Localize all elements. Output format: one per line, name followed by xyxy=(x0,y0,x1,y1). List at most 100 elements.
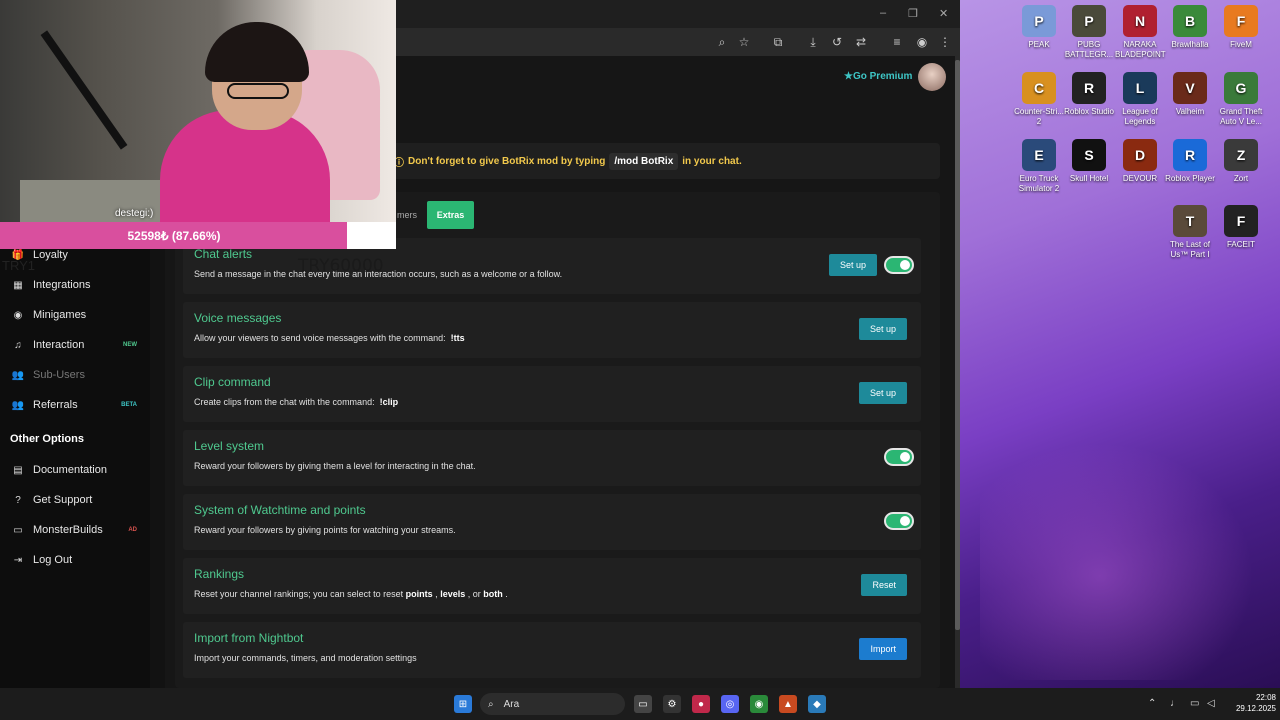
donation-goal-text: 52598₺ (87.66%) xyxy=(127,228,221,243)
sidebar-item-referrals[interactable]: 👥 Referrals BETA xyxy=(10,393,145,417)
tab-extras[interactable]: Extras xyxy=(427,201,474,229)
feature-toggle[interactable] xyxy=(884,512,914,530)
sidebar-item-tag: AD xyxy=(128,527,137,533)
card-title: Chat alerts xyxy=(194,247,253,261)
app-icon: P xyxy=(1072,5,1106,37)
desktop-icon-brawlhalla[interactable]: B Brawlhalla xyxy=(1165,5,1215,50)
sidebar-item-minigames[interactable]: ◉ Minigames xyxy=(10,303,145,327)
sidebar-item-tag: NEW xyxy=(123,342,137,348)
desktop-icon-naraka-bladepoint[interactable]: N NARAKA BLADEPOINT xyxy=(1115,5,1166,60)
sidebar-item-log-out[interactable]: ⇥ Log Out xyxy=(10,548,145,572)
notice-text-after: in your chat. xyxy=(682,155,742,167)
card-description: Allow your viewers to send voice message… xyxy=(194,333,465,343)
bookmark-star-icon[interactable]: ☆ xyxy=(736,35,752,49)
desktop-icon-roblox-player[interactable]: R Roblox Player xyxy=(1165,139,1215,184)
microphone-icon[interactable]: ♩ xyxy=(1170,698,1180,709)
overlay-code-text: TRY60000 xyxy=(298,256,384,276)
sidebar-item-sub-users[interactable]: 👥 Sub-Users xyxy=(10,363,145,387)
feature-card-import-from-nightbot: Import from Nightbot Import your commands… xyxy=(183,622,921,678)
card-desc-part: Reset your channel rankings; you can sel… xyxy=(194,589,404,599)
desktop-icon-label: FiveM xyxy=(1230,40,1252,49)
sidebar-item-monsterbuilds[interactable]: ▭ MonsterBuilds AD xyxy=(10,518,145,542)
obs-app-icon[interactable]: ▲ xyxy=(779,695,797,713)
card-desc-part: . xyxy=(505,589,508,599)
sidebar-item-documentation[interactable]: ▤ Documentation xyxy=(10,458,145,482)
card-desc-command: !clip xyxy=(379,397,399,407)
desktop-icon-euro-truck-simulator-2[interactable]: E Euro Truck Simulator 2 xyxy=(1014,139,1064,194)
network-icon[interactable]: ▭ xyxy=(1190,698,1199,709)
desktop-icon-peak[interactable]: P PEAK xyxy=(1014,5,1064,50)
download-icon[interactable]: ⤓ xyxy=(805,35,821,50)
streamer-hair xyxy=(205,22,309,82)
extensions-icon[interactable]: ⧉ xyxy=(770,35,786,50)
app-icon: T xyxy=(1173,205,1207,237)
task-view-icon[interactable]: ▭ xyxy=(634,695,652,713)
taskbar-search[interactable]: ⌕ Ara xyxy=(480,693,625,715)
settings-app-icon[interactable]: ⚙ xyxy=(663,695,681,713)
webcam-overlay xyxy=(0,0,396,222)
app-icon-red[interactable]: ● xyxy=(692,695,710,713)
desktop-icon-label: League of Legends xyxy=(1122,107,1158,126)
volume-icon[interactable]: ◁ xyxy=(1207,698,1215,709)
sidebar-item-get-support[interactable]: ? Get Support xyxy=(10,488,145,512)
minimize-button[interactable]: – xyxy=(880,7,886,19)
desktop-icon-valheim[interactable]: V Valheim xyxy=(1165,72,1215,117)
search-placeholder: Ara xyxy=(503,698,520,710)
user-avatar[interactable] xyxy=(918,63,946,91)
people-icon: 👥 xyxy=(11,399,25,411)
desktop-icon-counter-stri-2[interactable]: C Counter-Stri... 2 xyxy=(1014,72,1064,127)
desktop-icon-the-last-of-us-part-i[interactable]: T The Last of Us™ Part I xyxy=(1165,205,1215,260)
taskbar-clock[interactable]: 22:08 29.12.2025 xyxy=(1224,692,1276,714)
clock-time: 22:08 xyxy=(1255,693,1276,702)
history-icon[interactable]: ↺ xyxy=(829,35,845,49)
windows-start-icon[interactable]: ⊞ xyxy=(454,695,472,713)
chrome-icon[interactable]: ◉ xyxy=(750,695,768,713)
app-icon: L xyxy=(1123,72,1157,104)
feature-toggle[interactable] xyxy=(884,448,914,466)
set-up-button[interactable]: Set up xyxy=(858,382,907,404)
card-title: Level system xyxy=(194,439,265,453)
reset-button[interactable]: Reset xyxy=(861,574,907,596)
desktop-icon-devour[interactable]: D DEVOUR xyxy=(1115,139,1165,184)
go-premium-link[interactable]: ★Go Premium xyxy=(844,71,912,82)
desktop-icon-roblox-studio[interactable]: R Roblox Studio xyxy=(1064,72,1114,117)
profile-icon[interactable]: ◉ xyxy=(914,35,930,49)
feature-card-clip-command: Clip command Create clips from the chat w… xyxy=(183,366,921,422)
desktop-icon-skull-hotel[interactable]: S Skull Hotel xyxy=(1064,139,1114,184)
maximize-button[interactable]: ❐ xyxy=(908,7,918,20)
desktop-icon-faceit[interactable]: F FACEIT xyxy=(1216,205,1266,250)
desktop-icon-label: FACEIT xyxy=(1226,240,1255,249)
feature-toggle[interactable] xyxy=(884,256,914,274)
app-icon: C xyxy=(1022,72,1056,104)
discord-icon[interactable]: ◎ xyxy=(721,695,739,713)
desktop-icon-zort[interactable]: Z Zort xyxy=(1216,139,1266,184)
card-desc-text: Create clips from the chat with the comm… xyxy=(194,397,375,407)
desktop-icon-pubg-battlegr[interactable]: P PUBG BATTLEGR... xyxy=(1064,5,1114,60)
set-up-button[interactable]: Set up xyxy=(858,318,907,340)
tray-chevron-icon[interactable]: ⌃ xyxy=(1148,698,1156,709)
desktop-icon-fivem[interactable]: F FiveM xyxy=(1216,5,1266,50)
card-title: System of Watchtime and points xyxy=(194,503,366,517)
sidebar-item-integrations[interactable]: ▦ Integrations xyxy=(10,273,145,297)
desktop-icon-grand-theft-auto-v-le[interactable]: G Grand Theft Auto V Le... xyxy=(1216,72,1266,127)
translate-icon[interactable]: ⇄ xyxy=(853,35,869,49)
app-icon-blue[interactable]: ◆ xyxy=(808,695,826,713)
import-button[interactable]: Import xyxy=(859,638,907,660)
search-icon: ⌕ xyxy=(488,698,494,710)
media-control-icon[interactable]: ≡ xyxy=(889,35,905,49)
sidebar-item-interaction[interactable]: ♫ Interaction NEW xyxy=(10,333,145,357)
microphone-arm xyxy=(40,30,128,150)
set-up-button[interactable]: Set up xyxy=(828,254,877,276)
zoom-icon[interactable]: ⌕ xyxy=(714,35,730,50)
desktop-icon-label: DEVOUR xyxy=(1122,174,1158,183)
sidebar-item-label: MonsterBuilds xyxy=(33,524,103,536)
menu-icon[interactable]: ⋮ xyxy=(937,35,953,49)
scrollbar-thumb[interactable] xyxy=(955,60,960,630)
desktop-icon-league-of-legends[interactable]: L League of Legends xyxy=(1115,72,1165,127)
sidebar-item-label: Log Out xyxy=(33,554,73,566)
card-title: Rankings xyxy=(194,567,245,581)
close-button[interactable]: ✕ xyxy=(939,7,948,20)
app-icon: R xyxy=(1072,72,1106,104)
feature-card-level-system: Level system Reward your followers by giv… xyxy=(183,430,921,486)
tab-timers[interactable]: mers xyxy=(397,210,417,220)
